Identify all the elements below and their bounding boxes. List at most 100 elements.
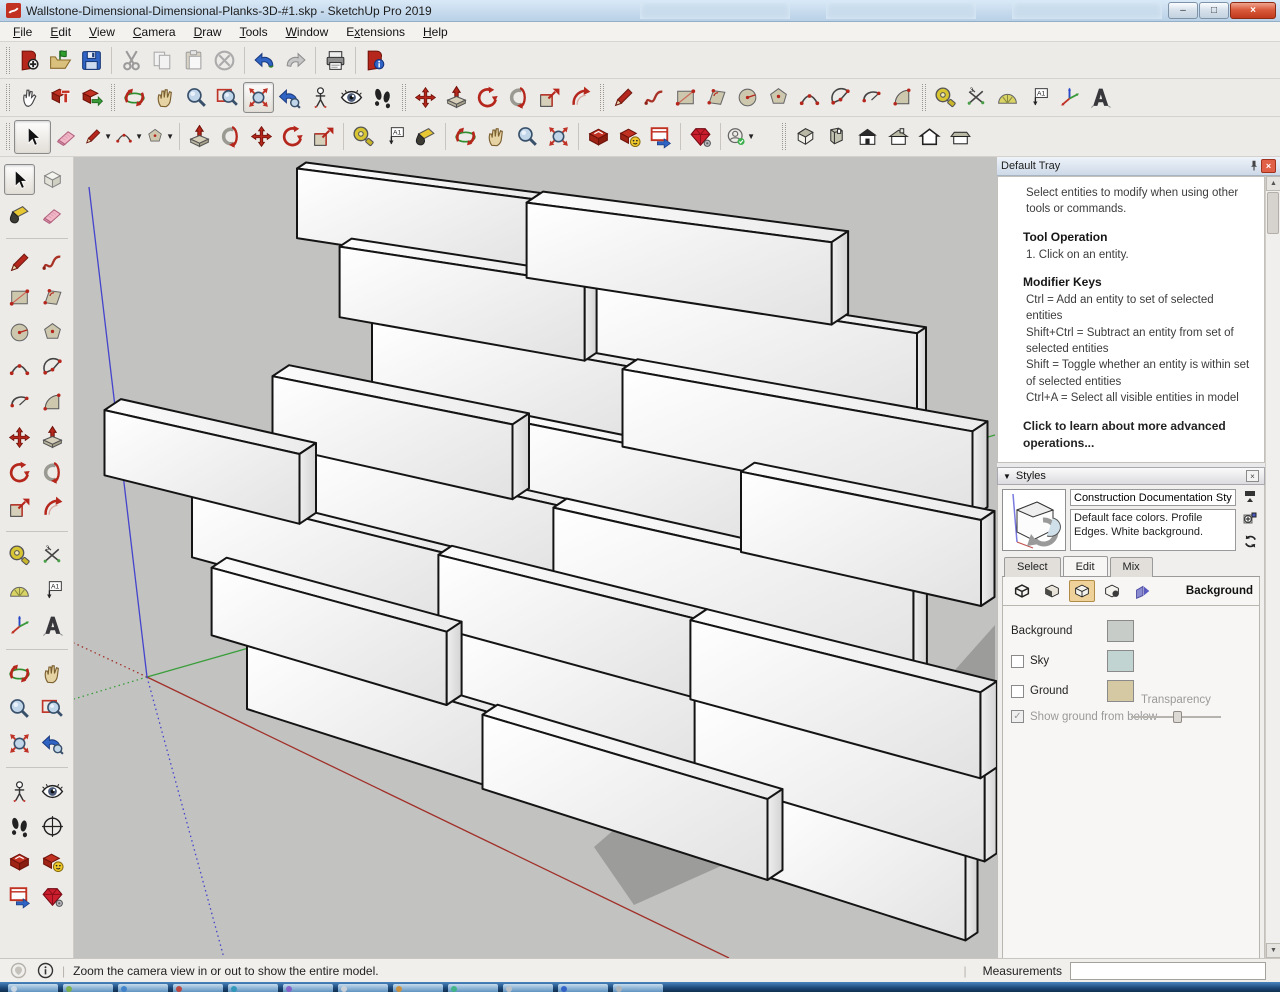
select-button[interactable]: [4, 164, 35, 195]
select-button[interactable]: [14, 120, 51, 154]
rotate-button[interactable]: [277, 121, 308, 152]
ground-color-swatch[interactable]: [1107, 680, 1134, 702]
show-ground-checkbox[interactable]: ✓: [1011, 710, 1024, 723]
background-window-tab[interactable]: [1012, 2, 1162, 19]
freehand-button[interactable]: [639, 82, 670, 113]
walk-button[interactable]: [4, 811, 35, 842]
toolbar-grip[interactable]: [111, 84, 115, 111]
plank[interactable]: [980, 681, 997, 778]
polygon-button[interactable]: [763, 82, 794, 113]
extension-warehouse-button[interactable]: [614, 121, 645, 152]
geolocation-icon[interactable]: [10, 962, 27, 979]
walk-button[interactable]: [367, 82, 398, 113]
arc-2pt-dropdown-arrow-icon[interactable]: ▼: [135, 132, 143, 141]
save-button[interactable]: [76, 45, 107, 76]
transparency-slider[interactable]: [1131, 710, 1221, 724]
pan-button[interactable]: [150, 82, 181, 113]
arc-3pt-button[interactable]: [856, 82, 887, 113]
toolbar-grip[interactable]: [6, 84, 10, 111]
extension-manager-button[interactable]: [4, 881, 35, 912]
circle-button[interactable]: [4, 317, 35, 348]
scale-button[interactable]: [534, 82, 565, 113]
slider-knob[interactable]: [1173, 711, 1182, 723]
menu-help[interactable]: Help: [414, 23, 457, 41]
cut-button[interactable]: [116, 45, 147, 76]
measurements-input[interactable]: [1070, 962, 1266, 980]
taskbar-item[interactable]: [283, 984, 333, 992]
move-button[interactable]: [4, 422, 35, 453]
push-pull-button[interactable]: [37, 422, 68, 453]
hand-select-button[interactable]: [14, 82, 45, 113]
tray-scrollbar[interactable]: ▲ ▼: [1265, 176, 1280, 958]
undo-button[interactable]: [249, 45, 280, 76]
scroll-thumb[interactable]: [1267, 192, 1279, 234]
menu-tools[interactable]: Tools: [231, 23, 277, 41]
zoom-extents-button[interactable]: [543, 121, 574, 152]
background-window-tab[interactable]: [640, 2, 790, 19]
arc-2pt-button[interactable]: ▼: [113, 121, 144, 152]
rectangle-button[interactable]: [4, 282, 35, 313]
toolbar-grip[interactable]: [922, 84, 926, 111]
3d-warehouse-button[interactable]: [583, 121, 614, 152]
line-button[interactable]: ▼: [82, 121, 113, 152]
orbit-button[interactable]: [119, 82, 150, 113]
tray-close-icon[interactable]: ×: [1261, 159, 1276, 173]
background-settings-tab[interactable]: [1069, 580, 1095, 602]
freehand-button[interactable]: [37, 247, 68, 278]
copy-button[interactable]: [147, 45, 178, 76]
plank[interactable]: [973, 421, 988, 517]
close-button[interactable]: ×: [1230, 2, 1276, 19]
eraser-button[interactable]: [51, 121, 82, 152]
styles-panel-header[interactable]: ▼ Styles ×: [997, 467, 1265, 485]
sky-color-swatch[interactable]: [1107, 650, 1134, 672]
extension-warehouse-button[interactable]: [37, 846, 68, 877]
background-window-tab[interactable]: [826, 2, 976, 19]
orbit-button[interactable]: [450, 121, 481, 152]
rotated-rectangle-button[interactable]: [701, 82, 732, 113]
circle-button[interactable]: [732, 82, 763, 113]
3d-text-button[interactable]: [1085, 82, 1116, 113]
dimension-button[interactable]: 3: [37, 540, 68, 571]
polygon-button[interactable]: ▼: [144, 121, 175, 152]
tab-mix[interactable]: Mix: [1110, 557, 1153, 577]
tab-edit[interactable]: Edit: [1063, 556, 1108, 576]
style-name-field[interactable]: [1070, 489, 1236, 506]
arc-2pt-button[interactable]: [794, 82, 825, 113]
tab-select[interactable]: Select: [1004, 557, 1061, 577]
ground-checkbox[interactable]: [1011, 685, 1024, 698]
previous-view-button[interactable]: [274, 82, 305, 113]
instructor-advanced-link[interactable]: Click to learn about more advanced opera…: [1023, 418, 1252, 452]
model-viewport[interactable]: [74, 157, 997, 958]
menu-window[interactable]: Window: [277, 23, 338, 41]
zoom-button[interactable]: [181, 82, 212, 113]
paint-bucket-button[interactable]: [410, 121, 441, 152]
plank[interactable]: [981, 511, 995, 606]
line-dropdown-arrow-icon[interactable]: ▼: [104, 132, 112, 141]
component-1-button[interactable]: [45, 82, 76, 113]
plank[interactable]: [447, 622, 462, 705]
protractor-button[interactable]: [992, 82, 1023, 113]
component-2-button[interactable]: [76, 82, 107, 113]
viewport-canvas[interactable]: [74, 157, 997, 958]
line-button[interactable]: [608, 82, 639, 113]
taskbar-item[interactable]: [63, 984, 113, 992]
menu-edit[interactable]: Edit: [41, 23, 80, 41]
axes-button[interactable]: [1054, 82, 1085, 113]
paint-bucket-button[interactable]: [4, 199, 35, 230]
make-component-button[interactable]: [37, 164, 68, 195]
taskbar-item[interactable]: [503, 984, 553, 992]
menu-file[interactable]: File: [4, 23, 41, 41]
maximize-button[interactable]: □: [1199, 2, 1229, 19]
follow-me-button[interactable]: [37, 457, 68, 488]
rectangle-button[interactable]: [670, 82, 701, 113]
menu-extensions[interactable]: Extensions: [337, 23, 414, 41]
background-color-swatch[interactable]: [1107, 620, 1134, 642]
redo-button[interactable]: [280, 45, 311, 76]
offset-button[interactable]: [565, 82, 596, 113]
face-settings-tab[interactable]: [1039, 580, 1065, 602]
eraser-button[interactable]: [37, 199, 68, 230]
pie-button[interactable]: [825, 82, 856, 113]
style-thumbnail[interactable]: [1002, 489, 1066, 551]
watermark-settings-tab[interactable]: [1099, 580, 1125, 602]
extension-manager-button[interactable]: [645, 121, 676, 152]
